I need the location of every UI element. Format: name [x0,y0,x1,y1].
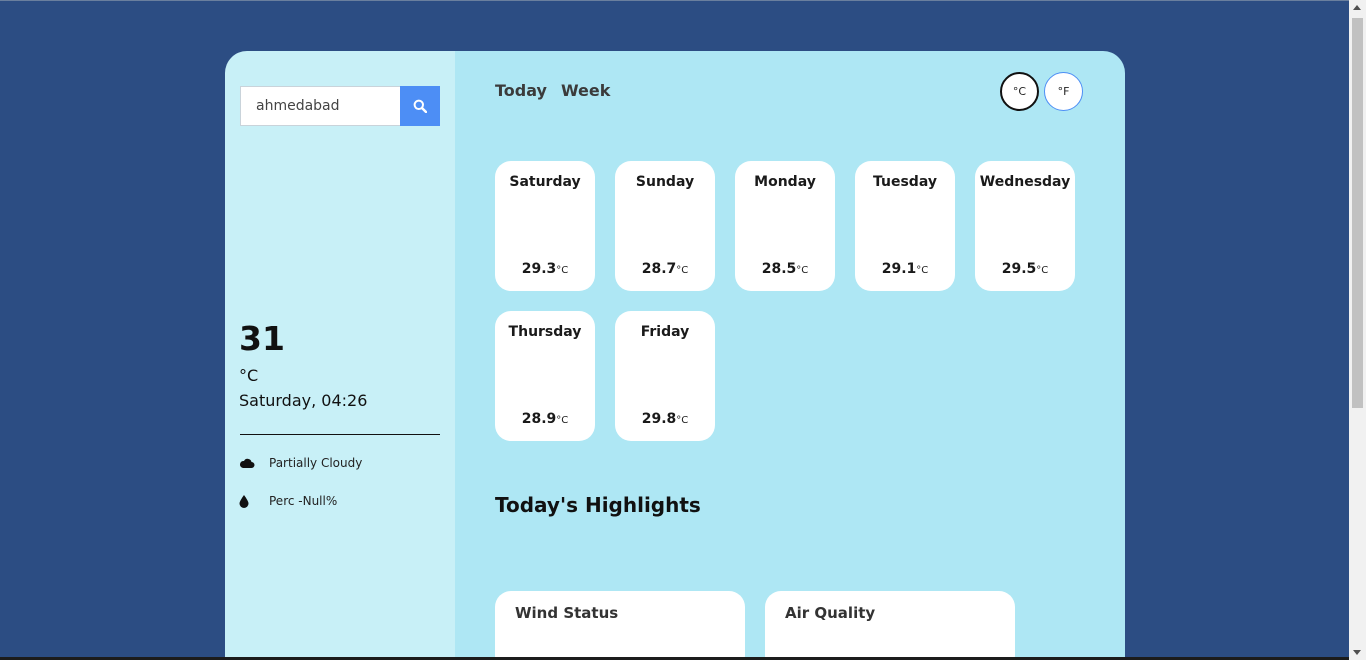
page-scrollbar[interactable] [1349,0,1366,660]
search-bar [240,86,440,126]
forecast-day: Monday [754,174,816,190]
search-icon [413,99,427,113]
wind-status-card: Wind Status [495,591,745,657]
forecast-day: Wednesday [979,174,1071,190]
tab-today[interactable]: Today [495,81,547,100]
view-tabs: Today Week [495,81,610,100]
forecast-temp: 28.5°C [761,261,809,277]
forecast-day: Tuesday [873,174,937,190]
forecast-day: Friday [640,324,690,340]
weather-app: 31 °C Saturday, 04:26 Partially Cloudy P… [225,51,1125,657]
window-top-border [0,0,1366,1]
search-button[interactable] [400,86,440,126]
celsius-button[interactable]: °C [1000,72,1039,111]
air-quality-title: Air Quality [785,604,876,622]
precipitation-text: Perc -Null% [269,494,338,508]
forecast-card: Saturday 29.3°C [495,161,595,291]
forecast-card: Monday 28.5°C [735,161,835,291]
forecast-card: Sunday 28.7°C [615,161,715,291]
forecast-card: Tuesday 29.1°C [855,161,955,291]
forecast-card: Friday 29.8°C [615,311,715,441]
sidebar-divider [240,434,440,435]
air-quality-card: Air Quality [765,591,1015,657]
scroll-down-icon[interactable] [1353,650,1361,655]
search-input[interactable] [240,86,400,126]
condition-row: Partially Cloudy [239,456,362,470]
highlights-title: Today's Highlights [495,493,701,517]
forecast-day: Thursday [508,324,582,340]
scroll-up-icon[interactable] [1353,5,1361,10]
forecast-day: Sunday [635,174,695,190]
unit-toggle: °C °F [1000,72,1083,111]
forecast-temp: 29.8°C [641,411,689,427]
fahrenheit-button[interactable]: °F [1044,72,1083,111]
sidebar: 31 °C Saturday, 04:26 Partially Cloudy P… [225,51,455,657]
forecast-temp: 28.9°C [521,411,569,427]
wind-status-title: Wind Status [515,604,619,622]
condition-text: Partially Cloudy [269,456,363,470]
forecast-temp: 29.1°C [881,261,929,277]
current-temperature-unit: °C [239,366,259,385]
forecast-card: Wednesday 29.5°C [975,161,1075,291]
forecast-temp: 28.7°C [641,261,689,277]
main-panel: Today Week °C °F Saturday 29.3°C Sunday … [455,51,1125,657]
forecast-temp: 29.5°C [1001,261,1049,277]
tab-week[interactable]: Week [561,81,610,100]
forecast-day: Saturday [509,174,581,190]
cloud-icon [239,457,269,469]
droplet-icon [239,494,269,508]
current-temperature: 31 [239,319,285,358]
forecast-card: Thursday 28.9°C [495,311,595,441]
current-datetime: Saturday, 04:26 [239,391,368,410]
scrollbar-thumb[interactable] [1352,18,1363,408]
precipitation-row: Perc -Null% [239,494,337,508]
forecast-temp: 29.3°C [521,261,569,277]
forecast-cards: Saturday 29.3°C Sunday 28.7°C Monday 28.… [495,161,1095,441]
